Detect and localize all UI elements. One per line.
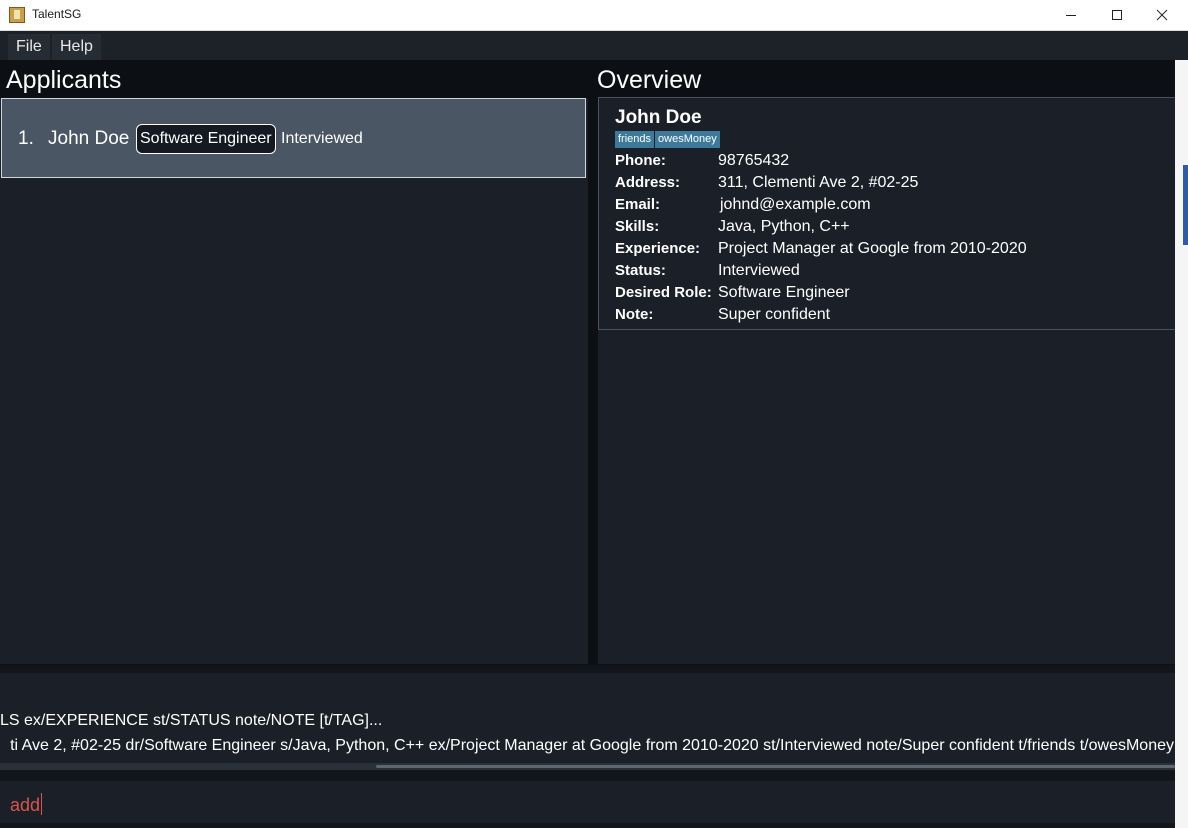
title-bar: TalentSG — [0, 0, 1188, 31]
field-skills: Skills: Java, Python, C++ — [615, 216, 1027, 238]
overview-details: John Doe friends owesMoney Phone: 9876543… — [598, 97, 1175, 330]
field-experience: Experience: Project Manager at Google fro… — [615, 238, 1027, 260]
field-value: Super confident — [718, 306, 831, 323]
field-label: Note: — [615, 306, 654, 323]
minimize-icon — [1066, 15, 1076, 16]
result-display[interactable]: LS ex/EXPERIENCE st/STATUS note/NOTE [t/… — [0, 673, 1175, 770]
command-input-text: add — [10, 795, 41, 815]
field-label: Email: — [615, 196, 661, 213]
field-email: Email: johnd@example.com — [615, 194, 1027, 216]
field-label: Experience: — [615, 240, 701, 257]
maximize-icon — [1112, 10, 1122, 20]
applicant-index: 1. — [18, 128, 34, 149]
result-horizontal-scrollbar[interactable] — [0, 763, 1175, 770]
result-line-command: ti Ave 2, #02-25 dr/Software Engineer s/… — [10, 737, 1174, 754]
maximize-button[interactable] — [1094, 0, 1140, 30]
overview-panel: John Doe friends owesMoney Phone: 9876543… — [598, 97, 1175, 664]
tag-badge: owesMoney — [654, 131, 720, 148]
applicant-role-chip: Software Engineer — [136, 124, 276, 154]
field-label: Phone: — [615, 152, 666, 169]
scrollbar-thumb[interactable] — [376, 765, 1175, 768]
applicants-heading: Applicants — [6, 66, 122, 94]
tag-list: friends owesMoney — [615, 131, 720, 148]
field-label: Address: — [615, 174, 681, 191]
field-value: Software Engineer — [718, 284, 850, 301]
close-icon — [1156, 9, 1168, 21]
command-box[interactable]: add — [0, 781, 1175, 823]
field-value: johnd@example.com — [720, 196, 871, 213]
field-value: 98765432 — [718, 152, 790, 169]
text-caret — [41, 793, 43, 815]
applicant-status: Interviewed — [281, 130, 363, 147]
field-phone: Phone: 98765432 — [615, 150, 1027, 172]
overview-name: John Doe — [615, 107, 702, 128]
close-button[interactable] — [1139, 0, 1185, 30]
app-icon — [9, 7, 25, 23]
menu-file[interactable]: File — [8, 34, 50, 60]
field-value: Interviewed — [718, 262, 800, 279]
field-value: 311, Clementi Ave 2, #02-25 — [718, 174, 919, 191]
background-accent — [1183, 165, 1188, 245]
field-label: Skills: — [615, 218, 660, 235]
menu-bar: File Help — [0, 31, 1188, 60]
minimize-button[interactable] — [1048, 0, 1094, 30]
field-desired-role: Desired Role: Software Engineer — [615, 282, 1027, 304]
field-address: Address: 311, Clementi Ave 2, #02-25 — [615, 172, 1027, 194]
applicant-name: John Doe — [48, 128, 130, 149]
field-value: Java, Python, C++ — [718, 218, 850, 235]
background-window-edge — [1175, 60, 1188, 828]
tag-badge: friends — [618, 133, 652, 145]
result-line-usage: LS ex/EXPERIENCE st/STATUS note/NOTE [t/… — [0, 712, 383, 729]
field-label: Desired Role: — [615, 284, 712, 301]
overview-fields: Phone: 98765432 Address: 311, Clementi Ave… — [615, 150, 1027, 326]
field-label: Status: — [615, 262, 666, 279]
field-note: Note: Super confident — [615, 304, 1027, 326]
window-title: TalentSG — [32, 7, 82, 21]
applicant-list: 1. John Doe Software Engineer Interviewe… — [0, 98, 588, 664]
command-input[interactable]: add — [10, 793, 43, 816]
overview-heading: Overview — [597, 66, 702, 94]
applicant-card[interactable]: 1. John Doe Software Engineer Interviewe… — [1, 98, 586, 178]
field-status: Status: Interviewed — [615, 260, 1027, 282]
menu-help[interactable]: Help — [52, 34, 101, 60]
field-value: Project Manager at Google from 2010-2020 — [718, 240, 1027, 257]
